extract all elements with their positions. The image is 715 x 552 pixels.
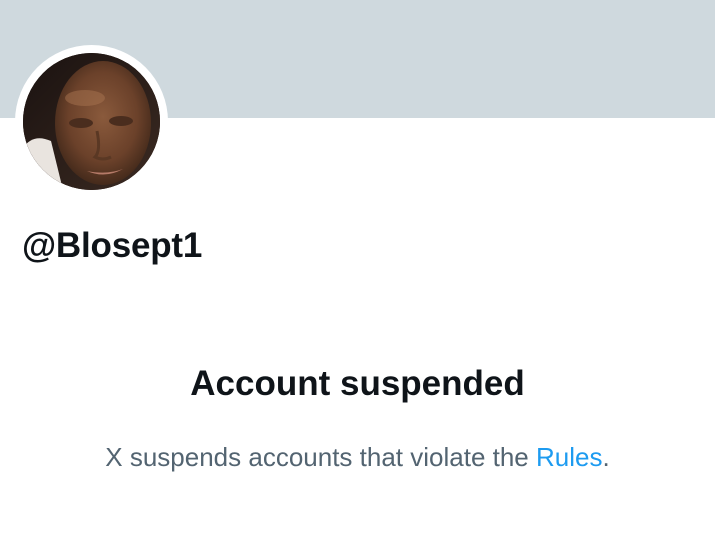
suspension-message-suffix: .	[602, 442, 610, 472]
avatar-photo-image	[23, 53, 160, 190]
profile-handle: @Blosept1	[22, 226, 203, 265]
suspension-message: X suspends accounts that violate the Rul…	[0, 442, 715, 473]
suspension-message-prefix: X suspends accounts that violate the	[105, 442, 536, 472]
avatar-ring	[15, 45, 168, 198]
profile-page: @Blosept1 Account suspended X suspends a…	[0, 0, 715, 552]
rules-link[interactable]: Rules	[536, 442, 602, 472]
avatar[interactable]	[23, 53, 160, 190]
suspension-title: Account suspended	[190, 364, 525, 403]
